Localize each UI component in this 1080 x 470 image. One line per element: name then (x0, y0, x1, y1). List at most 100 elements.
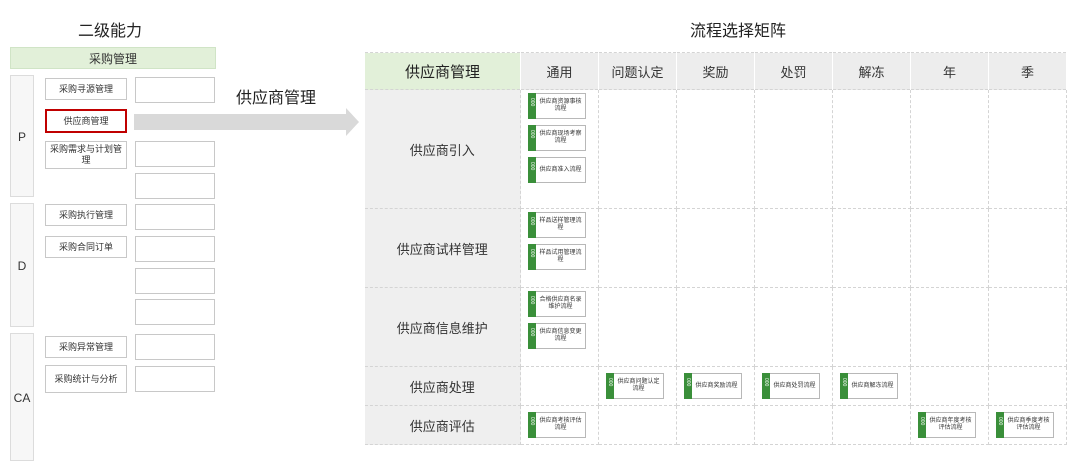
process-card[interactable]: 000 样品送样管理流程 (528, 212, 586, 238)
matrix-cell: 000 样品送样管理流程 000 样品试用管理流程 (520, 208, 599, 288)
matrix-cell (754, 208, 833, 288)
matrix-cell (676, 89, 755, 209)
group-ca-label: CA (13, 391, 31, 405)
process-tag-icon: 000 (528, 412, 536, 438)
process-card[interactable]: 000 供应商年度考核评估流程 (918, 412, 976, 438)
item-statistics[interactable]: 采购统计与分析 (45, 365, 127, 393)
empty-box (135, 334, 215, 360)
process-label: 供应商考核评估流程 (539, 418, 582, 431)
process-card[interactable]: 000 供应商奖励流程 (684, 373, 742, 399)
column-header: 解冻 (832, 52, 911, 90)
row-header: 供应商评估 (364, 405, 521, 445)
process-label: 供应商解冻流程 (851, 382, 894, 389)
column-header: 年 (910, 52, 989, 90)
column-header: 问题认定 (598, 52, 677, 90)
process-label: 供应商现场考察流程 (539, 131, 582, 144)
matrix-cell (754, 405, 833, 445)
matrix-cell (910, 287, 989, 367)
item-contract-order[interactable]: 采购合同订单 (45, 236, 127, 258)
process-tag-icon: 000 (528, 212, 536, 238)
matrix-cell (598, 89, 677, 209)
process-card[interactable]: 000 供应商解冻流程 (840, 373, 898, 399)
matrix-cell (988, 208, 1067, 288)
group-d: D (10, 203, 34, 327)
column-header: 处罚 (754, 52, 833, 90)
process-tag-icon: 000 (606, 373, 614, 399)
process-label: 样品送样管理流程 (539, 218, 582, 231)
process-card[interactable]: 000 供应商信息变更流程 (528, 323, 586, 349)
left-title: 二级能力 (78, 23, 143, 40)
process-tag-icon: 000 (528, 323, 536, 349)
top-box: 采购管理 (10, 47, 216, 69)
empty-box (135, 366, 215, 392)
column-header: 奖励 (676, 52, 755, 90)
matrix-cell (988, 89, 1067, 209)
matrix-row: 供应商信息维护 000 合格供应商名录维护流程 000 供应商信息变更流程 (364, 287, 1067, 367)
matrix-cell: 000 供应商奖励流程 (676, 366, 755, 406)
matrix-cell (832, 405, 911, 445)
matrix-cell (988, 366, 1067, 406)
matrix-cell (676, 208, 755, 288)
process-tag-icon: 000 (528, 157, 536, 183)
process-label: 供应商季度考核评估流程 (1007, 418, 1050, 431)
matrix-cell: 000 供应商解冻流程 (832, 366, 911, 406)
matrix-cell (676, 287, 755, 367)
matrix-cell: 000 供应商资源事核流程 000 供应商现场考察流程 000 供应商准入流程 (520, 89, 599, 209)
empty-box (135, 173, 215, 199)
item-execution[interactable]: 采购执行管理 (45, 204, 127, 226)
matrix-cell: 000 合格供应商名录维护流程 000 供应商信息变更流程 (520, 287, 599, 367)
process-card[interactable]: 000 供应商现场考察流程 (528, 125, 586, 151)
matrix-cell (520, 366, 599, 406)
matrix-cell (598, 405, 677, 445)
matrix-row: 供应商评估 000 供应商考核评估流程 000 供应商年度考核评估流程 000 供应商季度考… (364, 405, 1067, 445)
process-label: 供应商奖励流程 (695, 382, 738, 389)
process-label: 供应商问题认定流程 (617, 379, 660, 392)
process-card[interactable]: 000 合格供应商名录维护流程 (528, 291, 586, 317)
process-card[interactable]: 000 样品试用管理流程 (528, 244, 586, 270)
matrix-cell (988, 287, 1067, 367)
empty-box (135, 299, 215, 325)
process-label: 供应商处罚流程 (773, 382, 816, 389)
process-tag-icon: 000 (996, 412, 1004, 438)
item-sourcing[interactable]: 采购寻源管理 (45, 78, 127, 100)
matrix-cell (910, 208, 989, 288)
process-label: 供应商资源事核流程 (539, 99, 582, 112)
matrix-row: 供应商引入 000 供应商资源事核流程 000 供应商现场考察流程 000 供应商准入流程 (364, 89, 1067, 209)
matrix-title: 流程选择矩阵 (690, 23, 787, 40)
process-tag-icon: 000 (684, 373, 692, 399)
matrix-cell (754, 89, 833, 209)
row-header: 供应商信息维护 (364, 287, 521, 367)
column-header: 季 (988, 52, 1067, 90)
group-p-label: P (17, 130, 26, 144)
process-label: 供应商准入流程 (539, 166, 582, 173)
matrix-cell (598, 208, 677, 288)
right-arrow-icon (134, 108, 359, 136)
process-label: 合格供应商名录维护流程 (539, 297, 582, 310)
process-card[interactable]: 000 供应商准入流程 (528, 157, 586, 183)
process-card[interactable]: 000 供应商季度考核评估流程 (996, 412, 1054, 438)
process-card[interactable]: 000 供应商资源事核流程 (528, 93, 586, 119)
process-card[interactable]: 000 供应商问题认定流程 (606, 373, 664, 399)
empty-box (135, 77, 215, 103)
item-supplier-mgmt[interactable]: 供应商管理 (45, 109, 127, 133)
process-card[interactable]: 000 供应商考核评估流程 (528, 412, 586, 438)
process-matrix: 供应商管理 通用 问题认定 奖励 处罚 解冻年季供应商引入 000 供应商资源事核流程 000 供… (364, 52, 1067, 445)
empty-box (135, 268, 215, 294)
matrix-cell (832, 287, 911, 367)
process-tag-icon: 000 (918, 412, 926, 438)
matrix-cell (910, 366, 989, 406)
matrix-cell: 000 供应商处罚流程 (754, 366, 833, 406)
row-header: 供应商处理 (364, 366, 521, 406)
matrix-cell (832, 89, 911, 209)
matrix-cell: 000 供应商考核评估流程 (520, 405, 599, 445)
matrix-cell: 000 供应商问题认定流程 (598, 366, 677, 406)
process-tag-icon: 000 (528, 244, 536, 270)
item-demand-plan[interactable]: 采购需求与计划管理 (45, 141, 127, 169)
item-exception[interactable]: 采购异常管理 (45, 336, 127, 358)
matrix-cell (754, 287, 833, 367)
process-card[interactable]: 000 供应商处罚流程 (762, 373, 820, 399)
group-p: P (10, 75, 34, 197)
matrix-cell: 000 供应商季度考核评估流程 (988, 405, 1067, 445)
process-label: 样品试用管理流程 (539, 250, 582, 263)
matrix-cell: 000 供应商年度考核评估流程 (910, 405, 989, 445)
